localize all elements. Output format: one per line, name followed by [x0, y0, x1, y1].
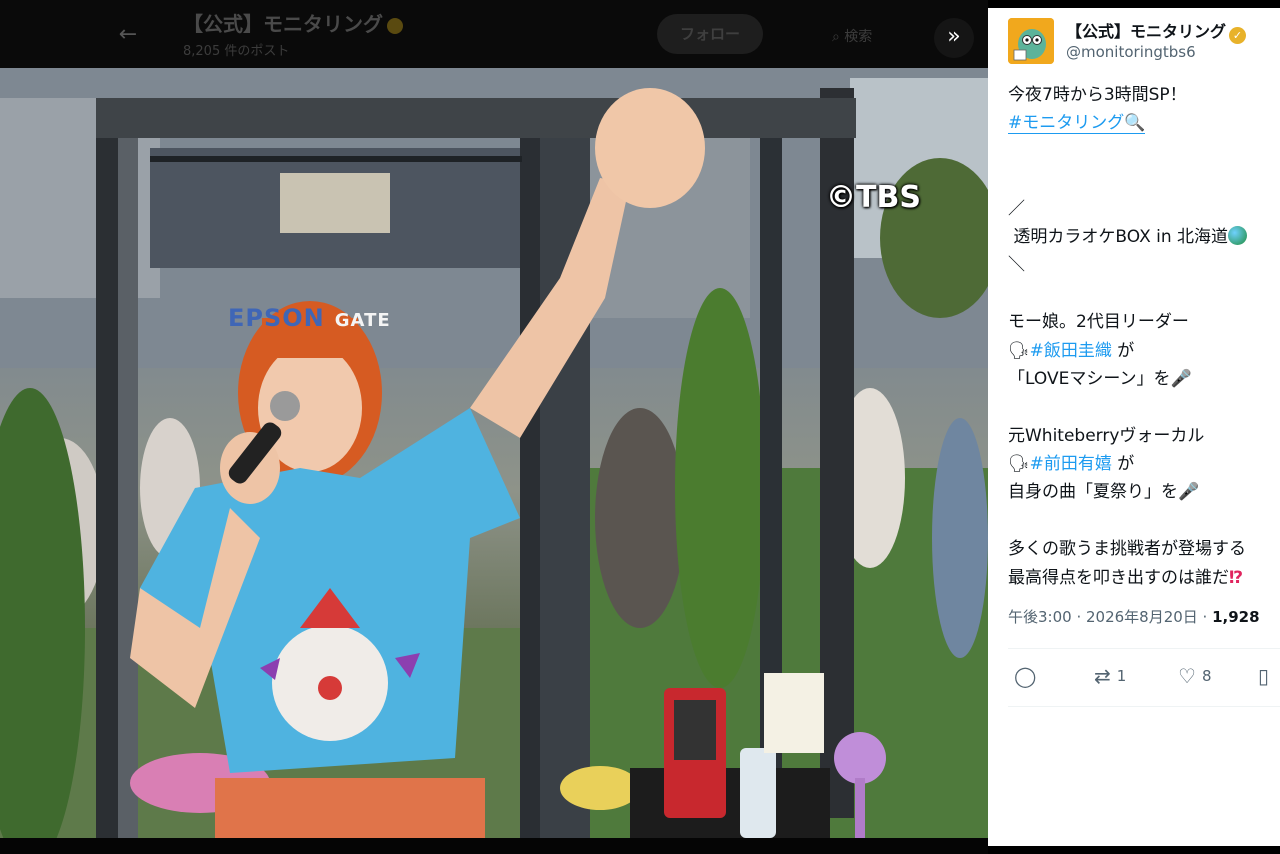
retweet-icon: ⇄	[1094, 664, 1111, 688]
tweet-timestamp[interactable]: 午後3:00 · 2026年8月20日 · 1,928	[1008, 606, 1260, 627]
media-bottom-strip	[0, 838, 988, 854]
speaking-head-emoji-icon: 🗣	[1008, 454, 1030, 475]
tweet-line: が	[1117, 454, 1135, 475]
hashtag-link[interactable]: #飯田圭織	[1030, 341, 1112, 361]
hashtag-link[interactable]: #モニタリング🔍	[1008, 113, 1146, 135]
retweet-button[interactable]: ⇄ 1	[1094, 662, 1126, 690]
divider	[1008, 648, 1280, 649]
author-handle[interactable]: @monitoringtbs6	[1066, 43, 1196, 61]
globe-emoji-icon	[1228, 225, 1248, 245]
arrow-left-icon[interactable]: ←	[112, 20, 144, 52]
hashtag-link[interactable]: #前田有嬉	[1030, 454, 1112, 474]
reply-icon: ◯	[1014, 664, 1037, 688]
tweet-panel: 【公式】モニタリング ✓ @monitoringtbs6 今夜7時から3時間SP！…	[988, 8, 1280, 846]
tweet-line: ＼	[1008, 255, 1025, 276]
tweet-line: が	[1117, 340, 1135, 361]
search-icon: ⌕	[832, 29, 845, 45]
microphone-emoji-icon: 🎤	[1170, 368, 1192, 389]
verified-badge-icon: ✓	[1229, 27, 1247, 44]
tweet-line: 「LOVEマシーン」を	[1008, 368, 1171, 389]
tweet-line: 今夜7時から3時間SP！	[1008, 85, 1187, 105]
reply-button[interactable]: ◯	[1014, 662, 1042, 690]
author-name[interactable]: 【公式】モニタリング ✓	[1066, 18, 1247, 44]
speaking-head-emoji-icon: 🗣	[1008, 340, 1030, 361]
microphone-emoji-icon: 🎤	[1178, 482, 1200, 503]
tweet-text: 今夜7時から3時間SP！ #モニタリング🔍 ／ 透明カラオケBOX in 北海道…	[1008, 81, 1280, 592]
tbs-watermark: ©TBS	[826, 180, 921, 215]
post-photo[interactable]: EPSON GATE ©TBS	[0, 68, 988, 838]
epson-gate-sign: EPSON GATE	[228, 304, 391, 332]
tweet-line: 最高得点を叩き出すのは誰だ	[1008, 567, 1229, 588]
tweet-line: モー娘。2代目リーダー	[1008, 312, 1189, 333]
tweet-line: 多くの歌うま挑戦者が登場する	[1008, 539, 1246, 560]
profile-header-overlay: ← 【公式】モニタリング 8,205 件のポスト フォロー ⌕ 検索 »	[0, 0, 988, 68]
tweet-line: 自身の曲「夏祭り」を	[1008, 482, 1178, 503]
like-button[interactable]: ♡ 8	[1178, 662, 1211, 690]
heart-icon: ♡	[1178, 664, 1196, 688]
exclamation-question-emoji-icon: ⁉	[1229, 567, 1244, 588]
follow-button[interactable]: フォロー	[657, 14, 763, 54]
magnifier-emoji-icon: 🔍	[1124, 113, 1146, 134]
avatar-mascot-icon	[1008, 18, 1054, 64]
bookmark-button[interactable]: ▯	[1258, 662, 1275, 690]
post-count: 8,205 件のポスト	[183, 44, 290, 59]
view-count: 1,928	[1212, 608, 1260, 626]
media-viewer: ← 【公式】モニタリング 8,205 件のポスト フォロー ⌕ 検索 » EPS…	[0, 0, 988, 854]
divider	[1008, 706, 1280, 707]
avatar[interactable]	[1008, 18, 1054, 64]
search-link[interactable]: ⌕ 検索	[832, 26, 872, 46]
bookmark-icon: ▯	[1258, 664, 1270, 688]
profile-header-name: 【公式】モニタリング	[183, 8, 403, 37]
tweet-line: 元Whiteberryヴォーカル	[1008, 425, 1205, 446]
tweet-line: ／	[1008, 198, 1025, 219]
tweet-line: 透明カラオケBOX in 北海道	[1013, 226, 1229, 247]
chevron-double-right-icon[interactable]: »	[934, 18, 974, 58]
